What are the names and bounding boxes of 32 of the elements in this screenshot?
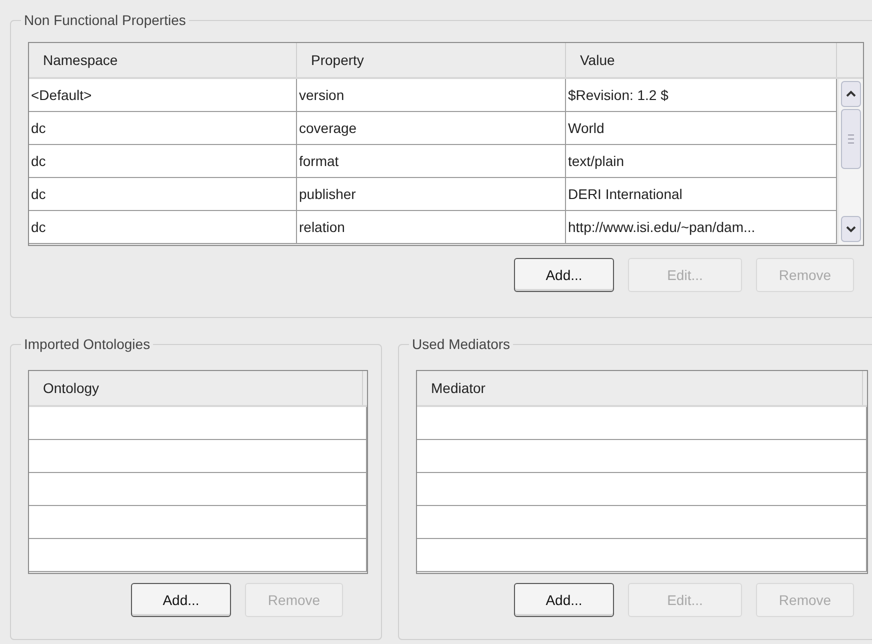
table-row[interactable]	[417, 407, 867, 440]
table-cell: World	[566, 112, 837, 145]
table-cell: relation	[297, 211, 566, 244]
table-row[interactable]	[417, 539, 867, 572]
dialog-button[interactable]: Add...	[514, 583, 614, 617]
table-cell: coverage	[297, 112, 566, 145]
scroll-thumb[interactable]	[841, 109, 861, 169]
table-cell: $Revision: 1.2 $	[566, 79, 837, 112]
table-cell: text/plain	[566, 145, 837, 178]
table-row[interactable]	[29, 539, 367, 572]
table-row[interactable]	[29, 407, 367, 440]
scrollbar[interactable]	[839, 79, 863, 244]
table-cell: dc	[29, 178, 297, 211]
table-cell: dc	[29, 145, 297, 178]
table-row[interactable]	[417, 473, 867, 506]
dialog-button[interactable]: Add...	[514, 258, 614, 292]
table-cell: version	[297, 79, 566, 112]
scroll-down-icon[interactable]	[841, 216, 861, 242]
table-cell: publisher	[297, 178, 566, 211]
scroll-up-icon[interactable]	[841, 81, 861, 107]
table-cell: dc	[29, 211, 297, 244]
table-row[interactable]	[417, 506, 867, 539]
table-cell: DERI International	[566, 178, 837, 211]
table-cell: format	[297, 145, 566, 178]
table-row[interactable]	[29, 473, 367, 506]
table-cell: <Default>	[29, 79, 297, 112]
table-row[interactable]	[29, 440, 367, 473]
dialog-button[interactable]: Add...	[131, 583, 231, 617]
table-row[interactable]	[29, 506, 367, 539]
table-row[interactable]	[417, 440, 867, 473]
table-cell: http://www.isi.edu/~pan/dam...	[566, 211, 837, 244]
table-cell: dc	[29, 112, 297, 145]
